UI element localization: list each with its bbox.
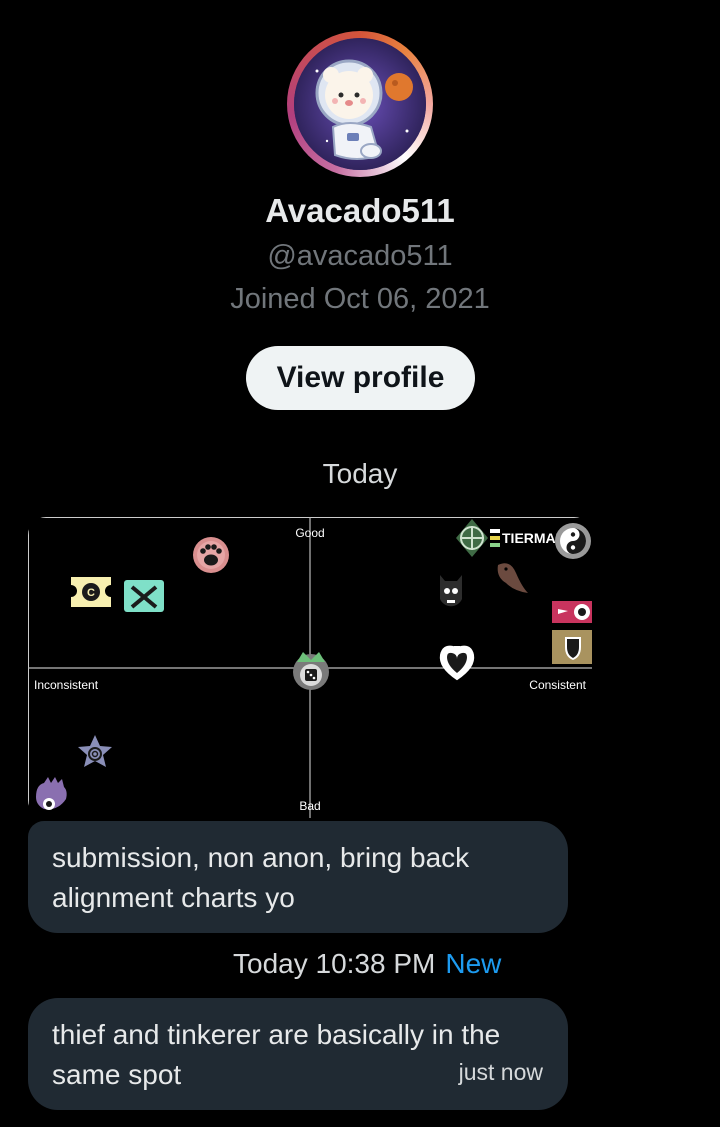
shield-icon [552,630,592,664]
ticket-icon: C [71,577,111,607]
alignment-chart-image[interactable]: Good Bad Inconsistent Consistent C TIERM… [28,517,592,818]
message-timestamp: Today 10:38 PM New [233,948,501,980]
chart-label-bad: Bad [299,799,320,813]
joined-date: Joined Oct 06, 2021 [230,283,490,315]
display-name: Avacado511 [265,192,455,229]
message-time: just now [458,1059,543,1085]
chart-label-consistent: Consistent [529,678,586,692]
astronaut-bear-avatar-icon [294,38,426,170]
timestamp-label: Today 10:38 PM [233,948,436,979]
dm-conversation-screen: Avacado511 @avacado511 Joined Oct 06, 20… [0,0,720,1127]
message-bubble[interactable]: submission, non anon, bring back alignme… [28,821,568,933]
chart-label-good: Good [295,526,324,540]
user-handle: @avacado511 [267,240,453,272]
new-indicator: New [445,948,502,979]
chart-label-inconsistent: Inconsistent [34,678,99,692]
avatar[interactable] [287,31,433,177]
message-text: thief and tinkerer are basically in the … [52,1019,501,1090]
paw-icon [193,537,229,573]
message-bubble[interactable]: thief and tinkerer are basically in the … [28,998,568,1110]
eye-card-icon [552,601,592,623]
svg-text:C: C [87,587,95,599]
view-profile-button[interactable]: View profile [246,346,475,410]
message-text: submission, non anon, bring back alignme… [52,842,470,913]
crossed-tools-icon [124,580,164,612]
tier-banner-text: TIERMA' [502,530,559,546]
yin-yang-icon [555,523,591,559]
day-separator: Today [322,458,398,489]
